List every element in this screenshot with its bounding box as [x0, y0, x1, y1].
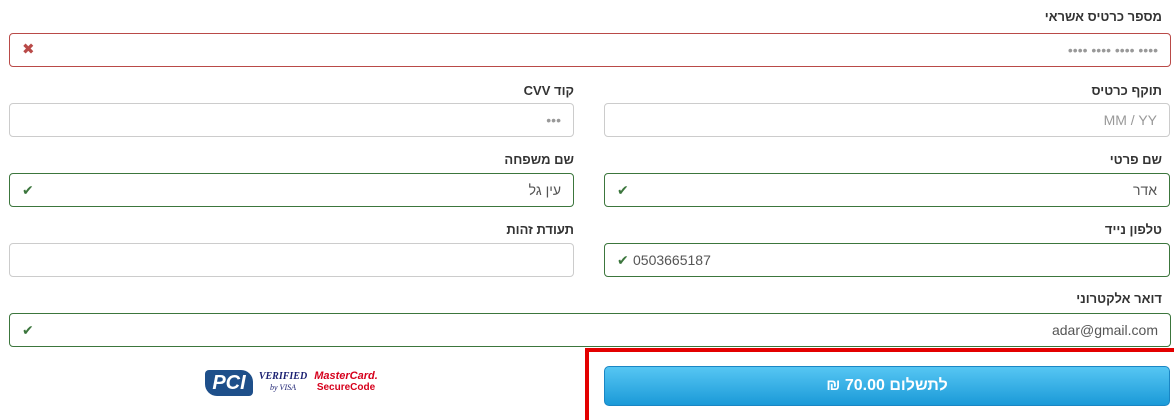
- card-number-label: מספר כרטיס אשראי: [1044, 9, 1162, 24]
- first-name-value: אדר: [1132, 182, 1157, 198]
- visa-line2: by VISA: [270, 383, 296, 392]
- first-name-label: שם פרטי: [1109, 152, 1162, 167]
- visa-line1: VERIFIED: [258, 371, 308, 382]
- expiry-label: תוקף כרטיס: [1091, 83, 1162, 98]
- mobile-field[interactable]: ✔ 0503665187: [604, 243, 1170, 277]
- id-number-field[interactable]: [9, 243, 574, 277]
- cross-icon: ✖: [22, 41, 35, 58]
- expiry-placeholder: MM / YY: [1103, 112, 1157, 128]
- pci-logo: PCI: [205, 370, 253, 396]
- cvv-placeholder: •••: [546, 112, 561, 128]
- last-name-value: עין גל: [528, 182, 561, 198]
- cvv-field[interactable]: •••: [9, 103, 574, 137]
- id-number-label: תעודת זהות: [506, 222, 574, 237]
- card-number-placeholder: •••• •••• •••• ••••: [1067, 42, 1158, 58]
- first-name-field[interactable]: ✔ אדר: [604, 173, 1170, 207]
- check-icon: ✔: [22, 322, 34, 338]
- mc-line1: MasterCard.: [314, 370, 378, 382]
- check-icon: ✔: [22, 182, 34, 198]
- email-label: דואר אלקטרוני: [1076, 291, 1162, 306]
- card-number-field[interactable]: ✖ •••• •••• •••• ••••: [9, 33, 1171, 67]
- email-value: adar@gmail.com: [1051, 322, 1158, 338]
- expiry-field[interactable]: MM / YY: [604, 103, 1170, 137]
- mobile-value: 0503665187: [633, 252, 711, 268]
- mc-line2: SecureCode: [316, 382, 376, 393]
- mastercard-securecode-logo: MasterCard. SecureCode: [311, 370, 381, 394]
- last-name-field[interactable]: ✔ עין גל: [9, 173, 574, 207]
- last-name-label: שם משפחה: [504, 152, 574, 167]
- verified-by-visa-logo: VERIFIED by VISA: [257, 371, 309, 393]
- cvv-label: קוד CVV: [523, 83, 574, 98]
- email-field[interactable]: ✔ adar@gmail.com: [9, 313, 1171, 347]
- check-icon: ✔: [617, 252, 629, 268]
- check-icon: ✔: [617, 182, 629, 198]
- mobile-label: טלפון נייד: [1104, 222, 1162, 237]
- pay-button[interactable]: לתשלום 70.00 ₪: [604, 366, 1170, 406]
